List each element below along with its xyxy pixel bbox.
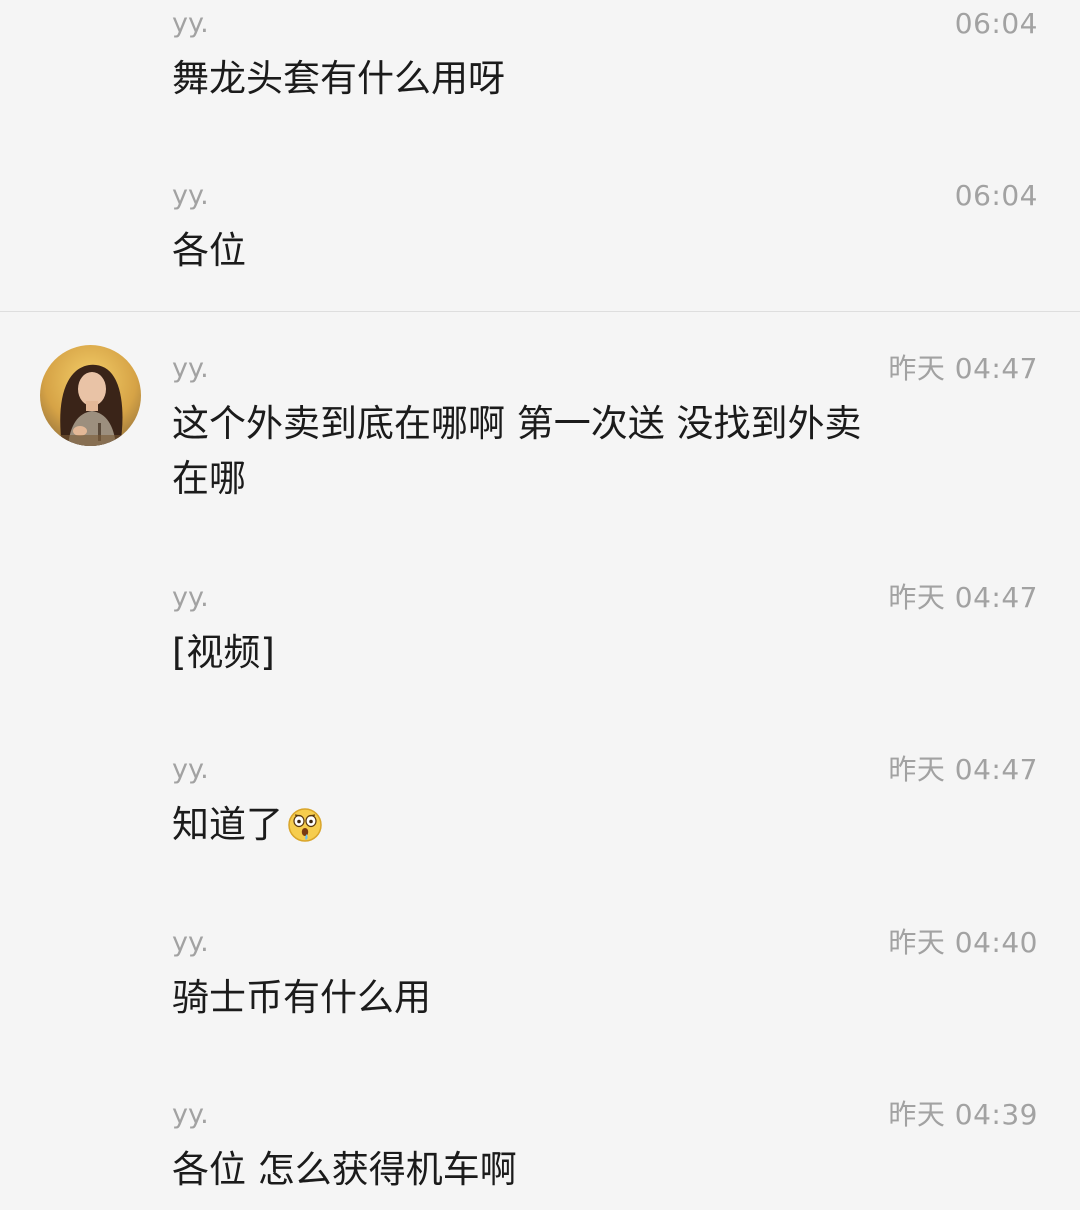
sender-name[interactable]: yy. bbox=[172, 753, 209, 787]
message-time: 昨天 04:47 bbox=[888, 352, 1038, 385]
message-text: 各位 bbox=[172, 229, 246, 272]
message-time: 昨天 04:47 bbox=[888, 581, 1038, 614]
chat-message[interactable]: yy. 昨天 04:47 [视频] bbox=[0, 581, 1080, 691]
message-text: 各位 怎么获得机车啊 bbox=[172, 1148, 517, 1191]
message-group-yesterday: yy. 昨天 04:47 这个外卖到底在哪啊 第一次送 没找到外卖在哪 yy. … bbox=[0, 312, 1080, 1210]
chat-message[interactable]: yy. 06:04 舞龙头套有什么用呀 bbox=[0, 7, 1080, 127]
message-text-content: 知道了 bbox=[172, 803, 283, 846]
sender-name[interactable]: yy. bbox=[172, 926, 209, 960]
sender-name[interactable]: yy. bbox=[172, 581, 209, 615]
sender-name[interactable]: yy. bbox=[172, 1098, 209, 1132]
message-text: 知道了 bbox=[172, 797, 892, 858]
chat-message[interactable]: yy. 昨天 04:47 知道了 bbox=[0, 753, 1080, 863]
message-time: 06:04 bbox=[954, 179, 1038, 212]
message-time: 昨天 04:40 bbox=[888, 926, 1038, 959]
sender-name[interactable]: yy. bbox=[172, 352, 209, 386]
chat-message[interactable]: yy. 06:04 各位 bbox=[0, 179, 1080, 289]
message-text: 舞龙头套有什么用呀 bbox=[172, 57, 505, 100]
chat-message[interactable]: yy. 昨天 04:47 这个外卖到底在哪啊 第一次送 没找到外卖在哪 bbox=[0, 352, 1080, 522]
message-time: 昨天 04:47 bbox=[888, 753, 1038, 786]
sender-name[interactable]: yy. bbox=[172, 7, 209, 41]
message-group-today: yy. 06:04 舞龙头套有什么用呀 yy. 06:04 各位 bbox=[0, 0, 1080, 311]
chat-message[interactable]: yy. 昨天 04:40 骑士币有什么用 bbox=[0, 926, 1080, 1036]
message-time: 06:04 bbox=[954, 7, 1038, 40]
message-time: 昨天 04:39 bbox=[888, 1098, 1038, 1131]
message-text: 骑士币有什么用 bbox=[172, 976, 431, 1019]
message-text: [视频] bbox=[172, 631, 275, 674]
astonished-face-icon bbox=[287, 803, 323, 858]
sender-name[interactable]: yy. bbox=[172, 179, 209, 213]
chat-message[interactable]: yy. 昨天 04:39 各位 怎么获得机车啊 bbox=[0, 1098, 1080, 1208]
message-text: 这个外卖到底在哪啊 第一次送 没找到外卖在哪 bbox=[172, 402, 862, 500]
